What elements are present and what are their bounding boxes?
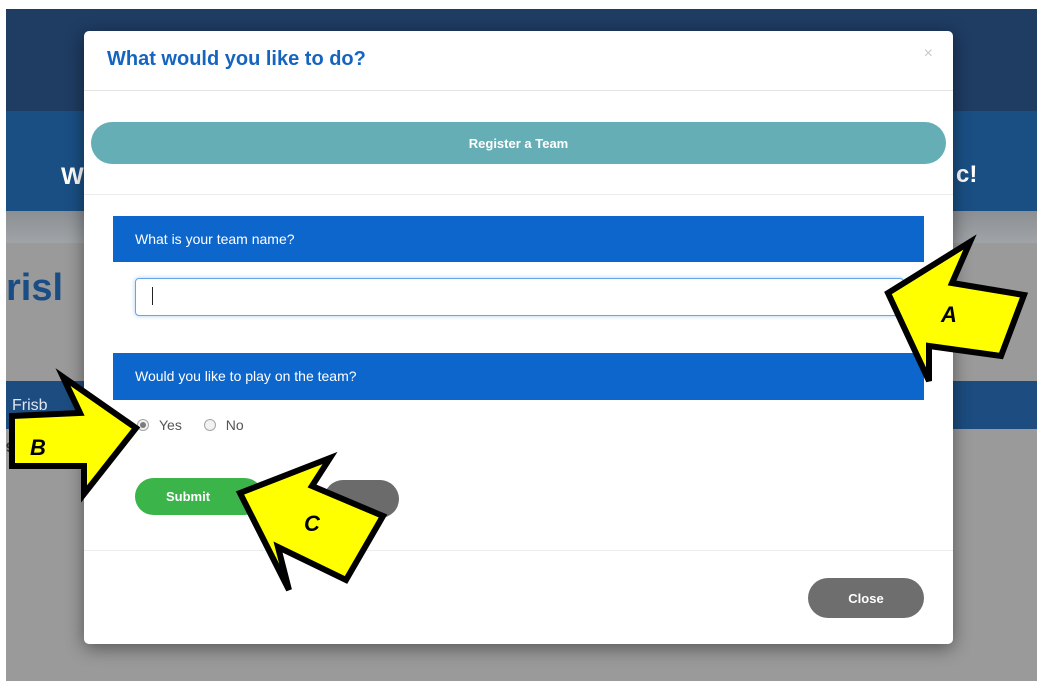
modal-title: What would you like to do? <box>107 48 366 70</box>
modal-footer-divider <box>84 550 953 551</box>
register-team-button[interactable]: Register a Team <box>91 122 946 164</box>
secondary-button[interactable] <box>324 480 399 518</box>
background-banner-text-left: W <box>61 163 84 190</box>
close-button[interactable]: Close <box>808 578 924 618</box>
background-nav-text: Frisb <box>12 397 48 414</box>
radio-option-no[interactable]: No <box>203 417 244 433</box>
background-page-title: risl <box>6 267 64 309</box>
team-registration-modal: What would you like to do? × Register a … <box>84 31 953 644</box>
divider <box>84 194 953 195</box>
radio-yes-input[interactable] <box>137 419 149 431</box>
play-on-team-question: Would you like to play on the team? <box>113 353 924 400</box>
radio-no-input[interactable] <box>203 419 216 431</box>
radio-yes-label: Yes <box>159 417 182 433</box>
modal-header: What would you like to do? × <box>84 31 953 91</box>
team-name-question: What is your team name? <box>113 216 924 262</box>
play-on-team-radio-group: Yes No <box>137 417 262 434</box>
background-banner-text-right: c! <box>956 161 978 188</box>
radio-no-label: No <box>225 417 244 433</box>
background-small-text: 9 <box>6 439 14 455</box>
close-icon[interactable]: × <box>924 45 933 63</box>
team-name-input[interactable] <box>135 278 904 316</box>
radio-option-yes[interactable]: Yes <box>137 417 182 433</box>
text-cursor <box>152 287 153 305</box>
submit-button[interactable]: Submit <box>135 478 263 515</box>
